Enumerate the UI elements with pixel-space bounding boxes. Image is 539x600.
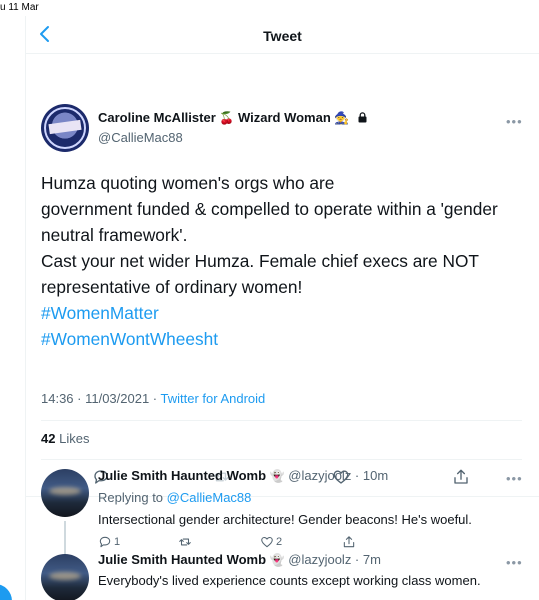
avatar-glow-decoration	[49, 487, 81, 495]
like-count: 2	[276, 536, 283, 548]
compose-tweet-button[interactable]	[0, 584, 12, 600]
status-bar: u 11 Mar	[0, 0, 539, 16]
share-button[interactable]	[342, 535, 356, 549]
reply-count: 1	[114, 536, 121, 548]
author-name-text: Caroline McAllister	[98, 110, 216, 125]
witch-icon: 🧙	[334, 111, 350, 125]
share-icon	[343, 536, 355, 548]
likes-stat[interactable]: 42 Likes	[41, 431, 89, 446]
likes-label: Likes	[59, 431, 90, 446]
author-name-suffix: Wizard Woman	[237, 110, 331, 125]
reply-author[interactable]: Julie Smith Haunted Womb 👻 @lazyjoolz · …	[98, 552, 381, 567]
ghost-icon: 👻	[269, 469, 285, 483]
replying-to-prefix: Replying to	[98, 490, 167, 505]
author-handle[interactable]: @CallieMac88	[98, 130, 183, 145]
reply-button[interactable]: 1	[98, 535, 120, 549]
reply-author[interactable]: Julie Smith Haunted Womb 👻 @lazyjoolz · …	[98, 468, 388, 483]
tweet-body: Humza quoting women's orgs who are gover…	[41, 170, 531, 352]
lock-icon	[358, 112, 367, 123]
reply-handle-time: @lazyjoolz · 7m	[288, 552, 381, 567]
hashtag-link[interactable]: #WomenWontWheesht	[41, 326, 531, 352]
author-name[interactable]: Caroline McAllister 🍒 Wizard Woman 🧙	[98, 110, 368, 125]
tweet-source-link[interactable]: Twitter for Android	[161, 391, 266, 406]
retweet-button[interactable]	[178, 535, 192, 549]
tweet-detail-panel: Tweet Caroline McAllister 🍒 Wizard Woman…	[26, 16, 539, 600]
reply-handle-time: @lazyjoolz · 10m	[288, 468, 389, 483]
reply-text: Intersectional gender architecture! Gend…	[98, 512, 472, 527]
replying-to: Replying to @CallieMac88	[98, 490, 251, 505]
header: Tweet	[26, 16, 539, 54]
reply-author-name: Julie Smith Haunted Womb	[98, 468, 267, 483]
hashtag-link[interactable]: #WomenMatter	[41, 300, 531, 326]
mention-link[interactable]: @CallieMac88	[167, 490, 252, 505]
likes-count: 42	[41, 431, 56, 446]
avatar[interactable]	[41, 104, 89, 152]
share-icon	[454, 469, 468, 484]
cherries-icon: 🍒	[219, 111, 235, 125]
share-button[interactable]	[452, 468, 472, 488]
tweet-line: Humza quoting women's orgs who are	[41, 173, 335, 193]
reply-text: Everybody's lived experience counts exce…	[98, 573, 481, 588]
reply-author-name: Julie Smith Haunted Womb	[98, 552, 267, 567]
avatar-glow-decoration	[49, 572, 81, 580]
more-options-icon[interactable]: •••	[506, 114, 524, 129]
tweet-timestamp[interactable]: 14:36 · 11/03/2021 ·	[41, 391, 161, 406]
divider	[41, 420, 522, 421]
ghost-icon: 👻	[269, 553, 285, 567]
like-button[interactable]: 2	[260, 535, 282, 549]
avatar[interactable]	[41, 554, 89, 600]
left-sidebar-edge	[0, 16, 26, 600]
heart-icon	[261, 536, 273, 548]
retweet-icon	[179, 538, 191, 546]
more-options-icon[interactable]: •••	[506, 555, 523, 570]
tweet-line: Cast your net wider Humza. Female chief …	[41, 251, 479, 297]
page-title: Tweet	[263, 28, 302, 44]
divider	[41, 459, 522, 460]
more-options-icon[interactable]: •••	[506, 471, 523, 486]
tweet-meta: 14:36 · 11/03/2021 · Twitter for Android	[41, 391, 265, 406]
status-date: u 11 Mar	[0, 2, 39, 13]
tweet-line: government funded & compelled to operate…	[41, 199, 498, 245]
reply-icon	[99, 536, 111, 548]
avatar[interactable]	[41, 469, 89, 517]
